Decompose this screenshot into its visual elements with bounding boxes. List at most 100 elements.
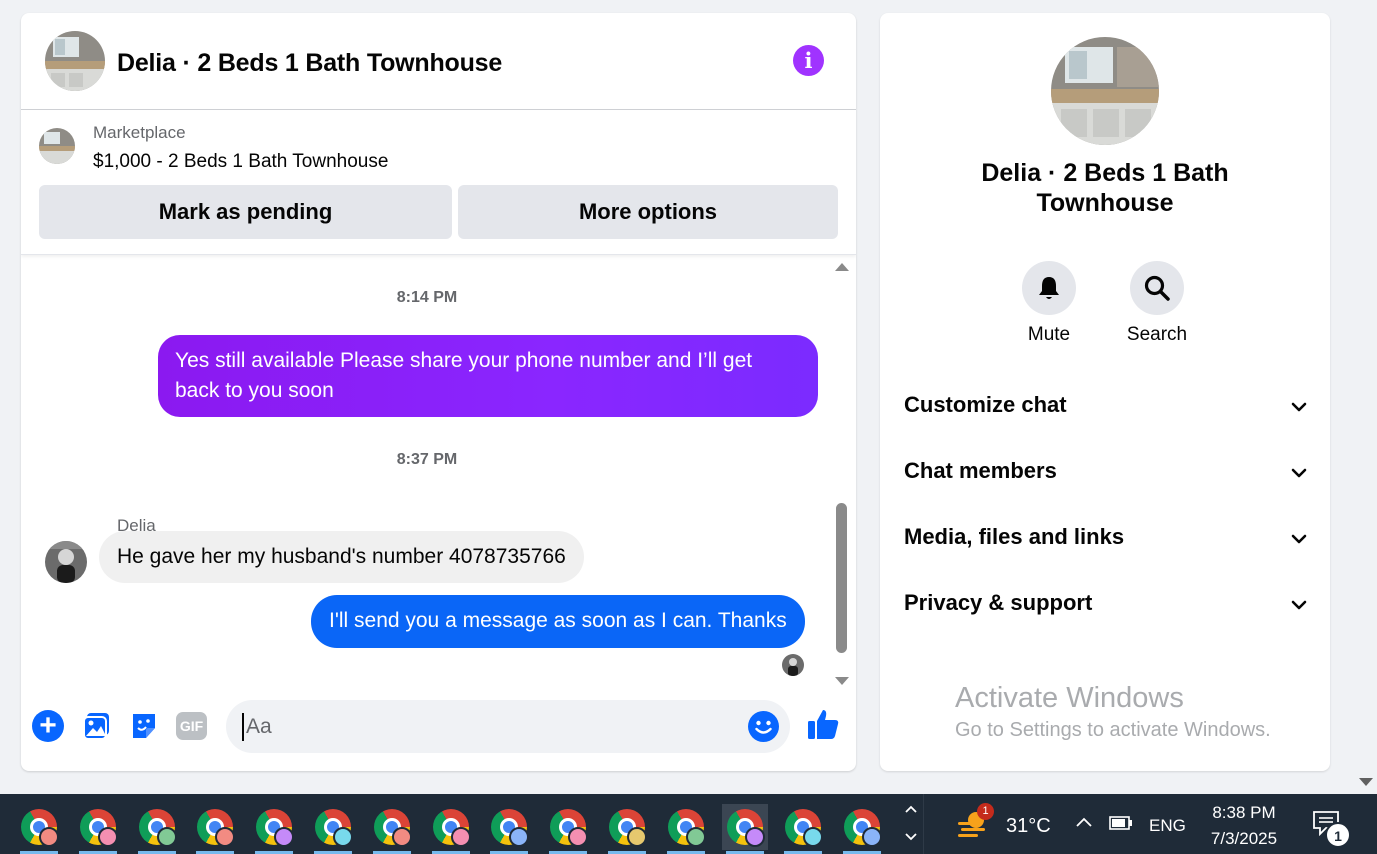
listing-name[interactable]: $1,000 - 2 Beds 1 Bath Townhouse — [93, 151, 388, 173]
taskbar-chrome-window[interactable] — [192, 804, 238, 854]
profile-avatar-icon — [509, 827, 529, 847]
taskbar-chrome-window[interactable] — [545, 804, 591, 854]
show-hidden-icons-icon[interactable] — [1073, 812, 1095, 834]
message-list[interactable]: 8:14 PM Yes still available Please share… — [21, 256, 856, 688]
profile-avatar-icon — [39, 827, 59, 847]
section-label: Customize chat — [904, 392, 1067, 417]
section-label: Media, files and links — [904, 524, 1125, 549]
profile-avatar-icon — [686, 827, 706, 847]
marketplace-listing: Marketplace $1,000 - 2 Beds 1 Bath Townh… — [21, 110, 856, 255]
emoji-icon[interactable] — [748, 711, 779, 742]
message-scrollbar[interactable] — [833, 260, 849, 685]
profile-avatar-icon — [274, 827, 294, 847]
conversation-title: Delia · 2 Beds 1 Bath Townhouse — [981, 159, 1229, 217]
taskbar-chrome-window[interactable] — [663, 804, 709, 854]
taskbar-chrome-window[interactable] — [486, 804, 532, 854]
message-timestamp: 8:14 PM — [396, 289, 458, 306]
temperature[interactable]: 31°C — [1006, 815, 1051, 838]
chevron-down-icon — [1291, 468, 1307, 478]
read-receipt-avatar — [782, 654, 804, 676]
mute-button[interactable]: Mute — [1009, 261, 1089, 346]
search-button[interactable]: Search — [1117, 261, 1197, 346]
watermark-subtitle: Go to Settings to activate Windows. — [955, 719, 1271, 741]
profile-avatar-icon — [862, 827, 882, 847]
scrollbar-thumb[interactable] — [836, 503, 847, 653]
taskbar-chrome-window[interactable] — [310, 804, 356, 854]
search-label: Search — [1126, 324, 1188, 345]
search-icon[interactable] — [1130, 261, 1184, 315]
chevron-down-icon — [1291, 600, 1307, 610]
chat-header: Delia · 2 Beds 1 Bath Townhouse i — [21, 13, 856, 110]
message-input[interactable] — [242, 713, 722, 741]
plus-icon[interactable]: + — [32, 710, 64, 742]
page-scrollbar[interactable] — [1355, 0, 1377, 794]
listing-thumbnail[interactable] — [39, 128, 75, 164]
taskbar-chrome-window[interactable] — [722, 804, 768, 854]
clock-date: 7/3/2025 — [1210, 829, 1278, 848]
profile-avatar-icon — [157, 827, 177, 847]
windows-taskbar: 1 31°C ENG 8:38 PM 7/3/2025 1 — [0, 794, 1377, 854]
info-icon[interactable]: i — [793, 45, 824, 76]
taskbar-chrome-window[interactable] — [75, 804, 121, 854]
customize-chat-section[interactable]: Customize chat — [904, 386, 1308, 426]
weather-badge: 1 — [977, 803, 994, 820]
mark-as-pending-button[interactable]: Mark as pending — [39, 185, 452, 239]
profile-avatar-icon — [215, 827, 235, 847]
taskbar-chrome-window[interactable] — [16, 804, 62, 854]
taskbar-chrome-window[interactable] — [134, 804, 180, 854]
chat-members-section[interactable]: Chat members — [904, 452, 1308, 492]
clock-time: 8:38 PM — [1212, 803, 1276, 822]
message-timestamp: 8:37 PM — [396, 451, 458, 468]
message-input-container[interactable] — [226, 700, 790, 753]
profile-avatar-icon — [451, 827, 471, 847]
message-composer: + GIF — [21, 693, 856, 759]
chat-title: Delia · 2 Beds 1 Bath Townhouse — [117, 49, 503, 77]
scroll-down-arrow-icon[interactable] — [835, 677, 849, 685]
like-icon[interactable] — [806, 707, 839, 739]
sender-avatar[interactable] — [45, 541, 87, 583]
profile-avatar-icon — [568, 827, 588, 847]
taskbar-chrome-window[interactable] — [251, 804, 297, 854]
listing-source: Marketplace — [93, 123, 186, 142]
mute-label: Mute — [1027, 324, 1071, 345]
taskbar-scroll-arrows[interactable] — [901, 796, 921, 852]
profile-avatar-icon — [745, 827, 765, 847]
chat-avatar[interactable] — [45, 31, 105, 91]
profile-avatar-icon — [627, 827, 647, 847]
system-clock[interactable]: 8:38 PM 7/3/2025 — [1197, 800, 1291, 852]
conversation-avatar[interactable] — [1051, 37, 1159, 145]
chevron-down-icon — [1291, 534, 1307, 544]
taskbar-chrome-window[interactable] — [839, 804, 885, 854]
chevron-down-icon[interactable] — [904, 829, 918, 843]
watermark-title: Activate Windows — [955, 682, 1184, 714]
sticker-icon[interactable] — [128, 710, 160, 742]
gif-icon[interactable]: GIF — [176, 712, 207, 740]
conversation-info-panel: Delia · 2 Beds 1 Bath Townhouse Mute Sea… — [880, 13, 1330, 771]
section-label: Privacy & support — [904, 590, 1093, 615]
taskbar-chrome-window[interactable] — [604, 804, 650, 854]
profile-avatar-icon — [803, 827, 823, 847]
taskbar-chrome-window[interactable] — [780, 804, 826, 854]
outgoing-message[interactable]: Yes still available Please share your ph… — [158, 335, 818, 417]
scroll-up-arrow-icon[interactable] — [835, 263, 849, 271]
section-label: Chat members — [904, 458, 1057, 483]
profile-avatar-icon — [333, 827, 353, 847]
chevron-up-icon[interactable] — [904, 803, 918, 817]
taskbar-chrome-window[interactable] — [369, 804, 415, 854]
media-files-links-section[interactable]: Media, files and links — [904, 518, 1308, 558]
activate-windows-watermark: Activate Windows Go to Settings to activ… — [955, 682, 1271, 742]
taskbar-chrome-window[interactable] — [428, 804, 474, 854]
chevron-down-icon — [1291, 402, 1307, 412]
privacy-support-section[interactable]: Privacy & support — [904, 584, 1308, 624]
bell-icon[interactable] — [1022, 261, 1076, 315]
notification-badge: 1 — [1325, 822, 1351, 848]
more-options-button[interactable]: More options — [458, 185, 838, 239]
photo-icon[interactable] — [81, 710, 113, 742]
scroll-down-arrow-icon[interactable] — [1359, 778, 1373, 786]
profile-avatar-icon — [392, 827, 412, 847]
incoming-message[interactable]: He gave her my husband's number 40787357… — [99, 531, 584, 583]
language-indicator[interactable]: ENG — [1149, 816, 1186, 836]
profile-avatar-icon — [98, 827, 118, 847]
battery-icon[interactable] — [1109, 815, 1133, 831]
outgoing-message[interactable]: I'll send you a message as soon as I can… — [311, 595, 805, 648]
